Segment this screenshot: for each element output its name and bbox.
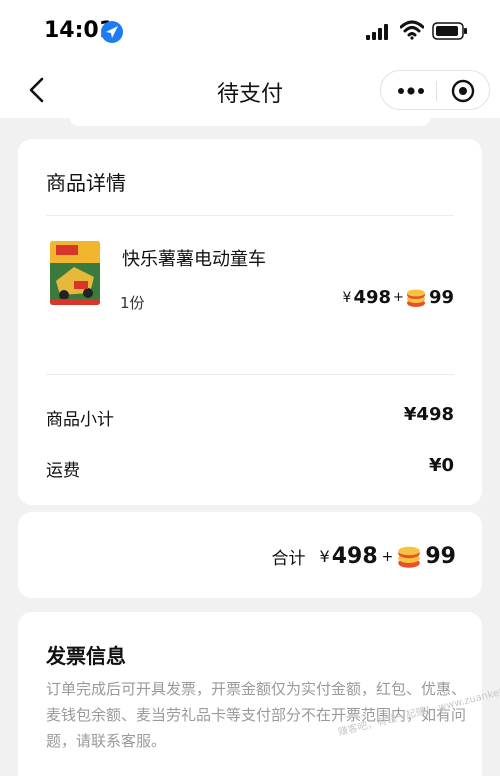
product-quantity: 1份 [120,294,145,312]
divider [46,374,454,375]
close-target-icon[interactable] [443,77,483,105]
nav-bar: 待支付 [0,62,500,118]
section-title: 商品详情 [46,171,126,195]
price-points: 99 [428,287,454,308]
invoice-title: 发票信息 [46,644,126,668]
product-price: ¥ 498 + 99 [343,287,454,308]
shipping-label: 运费 [46,461,80,481]
capsule-divider [436,81,437,101]
total-yen-symbol: ¥ [319,547,330,566]
total-row: 合计 ¥ 498 + 99 [272,544,456,569]
total-amount: 498 [331,544,378,569]
total-points: 99 [425,544,456,569]
product-thumbnail[interactable] [50,241,100,305]
invoice-card: 发票信息 订单完成后可开具发票，开票金额仅为实付金额，红包、优惠、麦钱包余额、麦… [18,612,482,776]
miniapp-capsule [380,70,490,110]
total-card: 合计 ¥ 498 + 99 [18,512,482,598]
signal-icon [366,24,388,40]
subtotal-label: 商品小计 [46,410,114,430]
price-amount: 498 [353,287,392,308]
wifi-icon [400,20,424,40]
price-yen-symbol: ¥ [342,289,352,306]
shipping-value: ¥0 [428,455,454,476]
battery-icon [432,22,467,40]
product-name: 快乐薯薯电动童车 [122,249,266,270]
top-card-edge [70,118,430,126]
divider [46,215,454,216]
more-dots-icon[interactable] [391,77,431,105]
coin-stack-icon [398,546,421,568]
total-label: 合计 [271,549,306,569]
price-plus: + [393,290,404,305]
total-plus: + [381,548,394,565]
location-arrow-icon [101,21,123,43]
coin-stack-icon [406,289,425,307]
product-detail-card: 商品详情 快乐薯薯电动童车 1份 ¥ 498 + 99 商品小计 ¥498 运费… [18,139,482,505]
status-bar: 14:01 [0,0,500,62]
subtotal-value: ¥498 [403,404,454,425]
